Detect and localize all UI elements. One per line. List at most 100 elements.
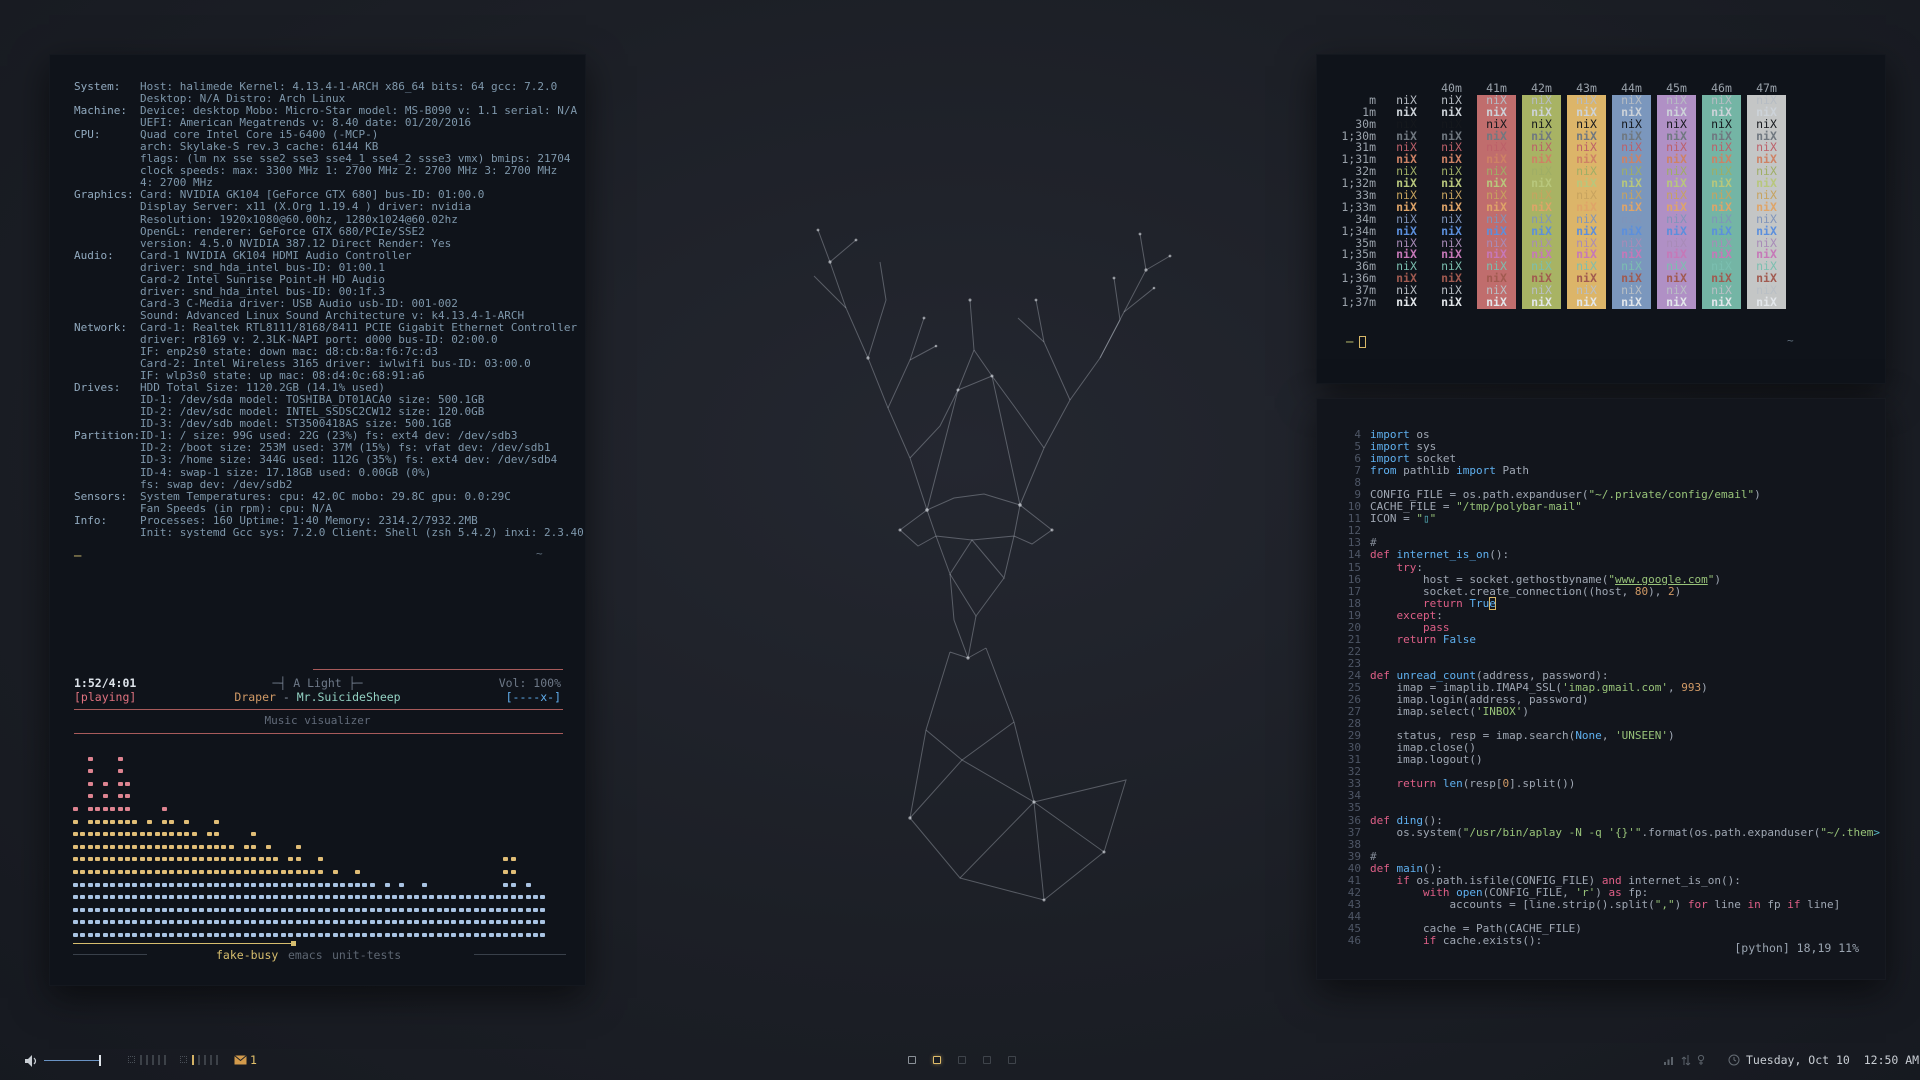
viz-dot	[310, 907, 316, 912]
viz-dot	[503, 882, 509, 887]
viz-dot	[340, 882, 346, 887]
network-signal-icon[interactable]	[1664, 1056, 1674, 1065]
viz-dot	[258, 870, 264, 874]
code-token: :	[1416, 560, 1423, 574]
viz-dot	[87, 895, 93, 900]
location-pin-icon[interactable]	[1697, 1054, 1705, 1066]
code-token: return	[1396, 777, 1437, 791]
system-info-terminal[interactable]: System: Host: halimede Kernel: 4.13.4-1-A…	[49, 54, 586, 986]
viz-dot	[110, 920, 116, 925]
workspace-4[interactable]	[983, 1056, 991, 1064]
code-token: ():	[1423, 861, 1443, 875]
viz-dot	[406, 895, 412, 900]
viz-dot	[117, 907, 123, 912]
sysinfo-label	[74, 141, 140, 153]
mail-unread-count[interactable]: 1	[250, 1053, 257, 1067]
viz-dot	[288, 857, 294, 862]
indicator-bar	[146, 1055, 148, 1065]
mail-icon[interactable]	[234, 1055, 247, 1065]
viz-dot	[110, 844, 116, 849]
vim-editor-terminal[interactable]: 4 import os 5 import sys 6 import socket 7 from…	[1316, 398, 1886, 980]
tab-emacs[interactable]: emacs	[288, 948, 323, 962]
viz-dot	[221, 907, 227, 912]
viz-dot	[347, 907, 353, 912]
workspace-2[interactable]	[933, 1056, 941, 1064]
viz-dot	[317, 857, 323, 862]
code-token: Tru	[1469, 596, 1490, 610]
volume-slider[interactable]	[44, 1060, 100, 1061]
viz-dot	[303, 907, 309, 912]
viz-dot	[310, 882, 316, 887]
viz-dot	[132, 907, 138, 912]
viz-dot	[317, 882, 323, 887]
sysinfo-row: version: 4.5.0 NVIDIA 387.12 Direct Rend…	[74, 237, 579, 250]
prompt-tilde: ~	[1787, 334, 1794, 347]
viz-dot	[236, 857, 242, 862]
viz-dot	[87, 794, 93, 799]
viz-dot	[228, 844, 234, 849]
line-number: 37	[1347, 825, 1361, 839]
viz-dot	[87, 882, 93, 887]
code-token: 'imap.gmail.com'	[1562, 680, 1669, 694]
viz-dot	[213, 882, 219, 887]
line-number: 14	[1347, 548, 1361, 562]
viz-dot	[95, 832, 101, 837]
viz-dot	[243, 907, 249, 912]
viz-dot	[102, 933, 108, 937]
tab-unit-tests[interactable]: unit-tests	[332, 948, 401, 962]
clock-text: Tuesday, Oct 10 12:50 AM	[1746, 1053, 1919, 1067]
sysinfo-label	[74, 442, 140, 454]
viz-dot	[310, 870, 316, 874]
workspace-3[interactable]	[958, 1056, 966, 1064]
viz-dot	[87, 933, 93, 937]
viz-dot	[421, 882, 427, 887]
viz-dot	[421, 895, 427, 900]
code-text: ICON = "▯"	[1370, 513, 1436, 525]
color-test-terminal[interactable]: 40m 41m 42m 43m 44m 45m 46m 47m m niX niX niX niX niX…	[1316, 54, 1886, 384]
volume-slider-handle[interactable]	[99, 1055, 101, 1066]
workspace-1[interactable]	[908, 1056, 916, 1064]
viz-dot	[73, 807, 78, 811]
viz-dot	[295, 895, 301, 900]
indicator-grid-icon[interactable]	[180, 1056, 187, 1063]
viz-dot	[332, 907, 338, 912]
viz-dot	[421, 933, 427, 937]
viz-dot	[236, 920, 242, 925]
code-token: fp	[1760, 897, 1788, 911]
workspace-5[interactable]	[1008, 1056, 1016, 1064]
viz-dot	[162, 920, 168, 925]
viz-dot	[503, 907, 509, 912]
viz-dot	[243, 920, 249, 925]
code-token: 'UNSEEN'	[1615, 729, 1669, 743]
viz-dot	[139, 920, 145, 925]
viz-dot	[184, 907, 190, 912]
viz-dot	[265, 870, 271, 874]
viz-dot	[124, 857, 130, 862]
sysinfo-row: Info: Processes: 160 Uptime: 1:40 Memory:…	[74, 514, 579, 527]
viz-dot	[184, 920, 190, 925]
code-token: )	[1522, 705, 1529, 719]
viz-dot	[317, 933, 323, 937]
tab-fake-busy[interactable]: fake-busy	[216, 948, 278, 962]
code-token: "/usr/bin/aplay -N -q '{}'"	[1462, 825, 1642, 839]
indicator-bar	[204, 1055, 206, 1065]
volume-icon[interactable]	[24, 1054, 38, 1068]
traffic-updown-icon[interactable]	[1681, 1054, 1691, 1066]
viz-dot	[518, 933, 524, 937]
viz-dot	[117, 781, 123, 786]
indicator-grid-icon[interactable]	[128, 1056, 135, 1063]
viz-dot	[332, 882, 338, 887]
code-token: Path	[1495, 464, 1529, 478]
viz-dot	[540, 920, 546, 925]
sysinfo-text: fs: swap dev: /dev/sdb2	[140, 477, 293, 491]
code-token: with	[1422, 885, 1450, 899]
viz-dot	[95, 807, 101, 811]
viz-dot	[117, 857, 123, 862]
viz-dot	[473, 895, 479, 900]
sysinfo-label	[74, 406, 140, 418]
viz-dot	[169, 920, 175, 925]
volume-bar[interactable]: [----x-]	[506, 690, 561, 704]
prompt-tilde: ~	[536, 547, 543, 560]
